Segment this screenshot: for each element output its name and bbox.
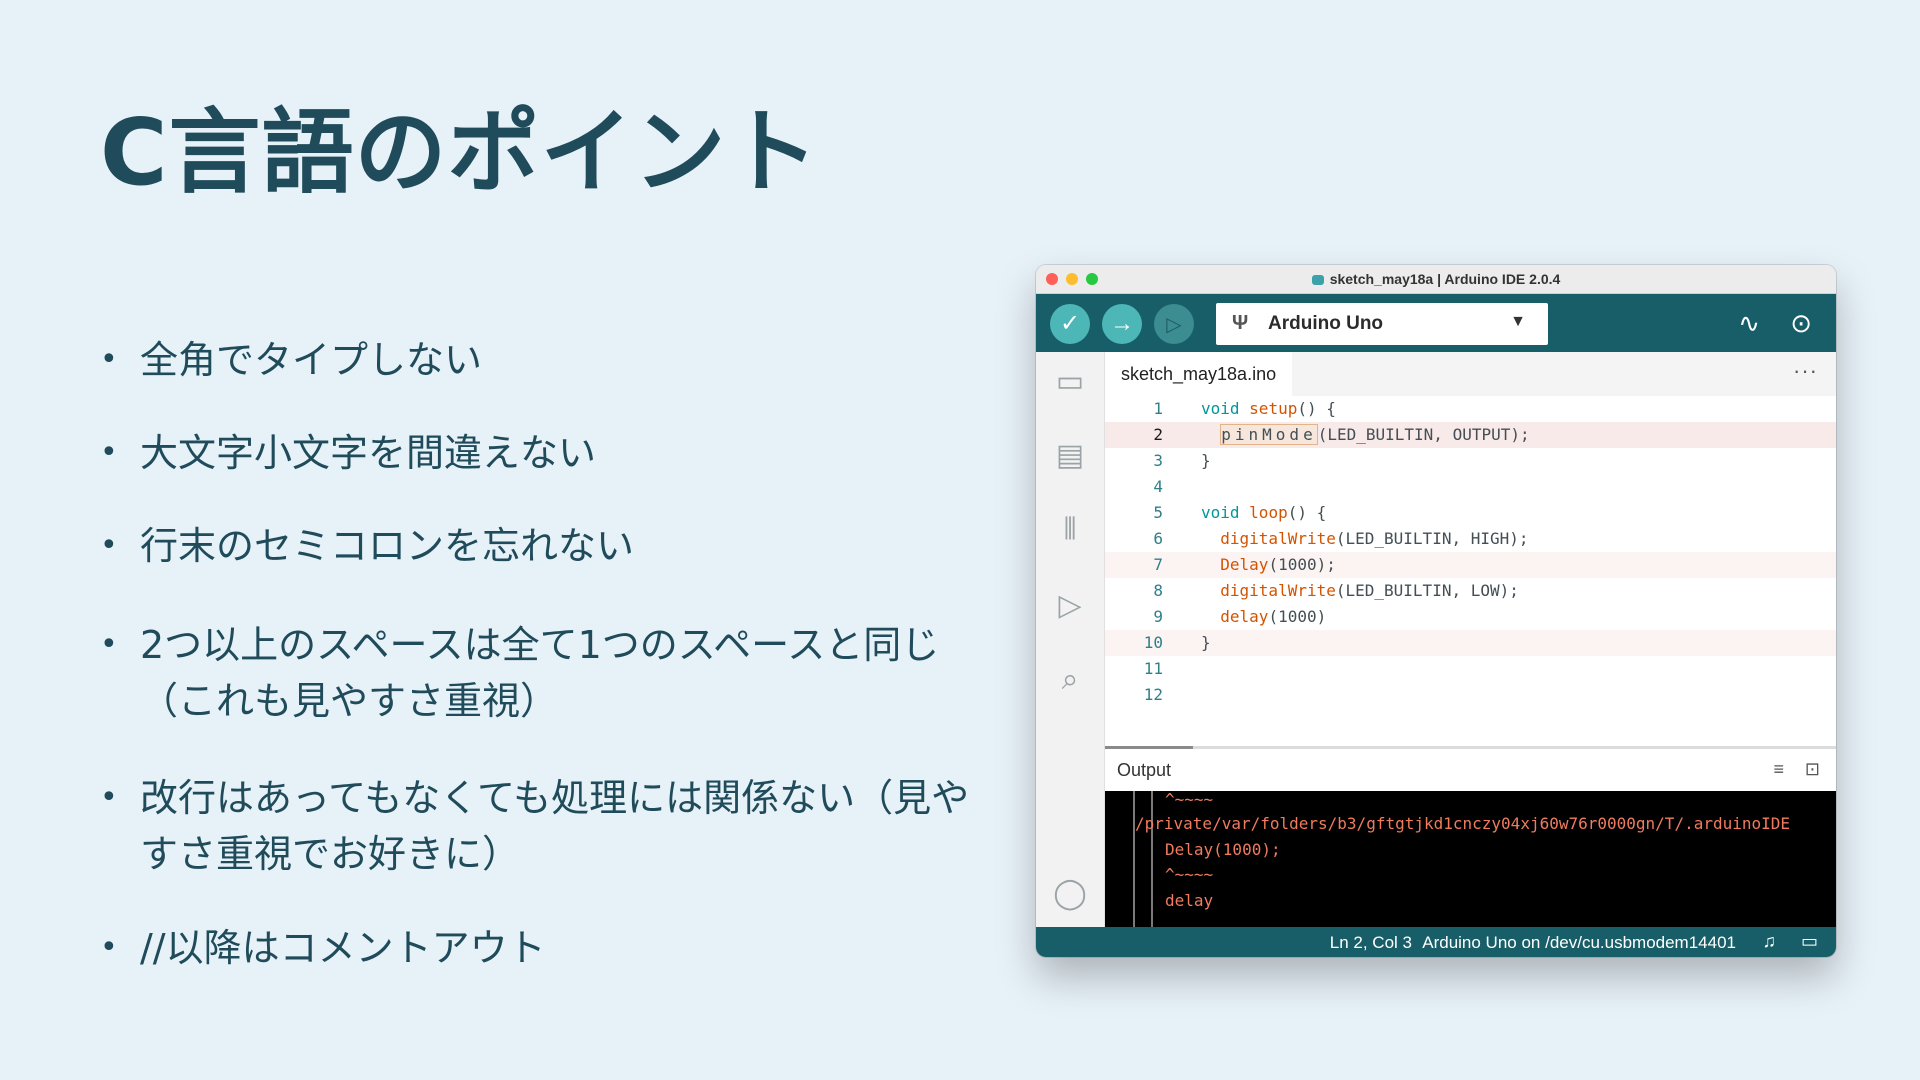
code-line: 6 digitalWrite(LED_BUILTIN, HIGH); <box>1105 526 1836 552</box>
status-bar: Ln 2, Col 3 Arduino Uno on /dev/cu.usbmo… <box>1036 927 1836 957</box>
code-line: 4 <box>1105 474 1836 500</box>
toolbar: ✓ → ▷ Ψ Arduino Uno ▼ ∿ ⊙ <box>1036 294 1836 352</box>
line-number: 5 <box>1153 503 1163 522</box>
bell-icon[interactable]: ♫ <box>1763 931 1777 952</box>
bullet-item: 2つ以上のスペースは全て1つのスペースと同じ（これも見やすさ重視） <box>100 617 1000 729</box>
line-number: 3 <box>1153 451 1163 470</box>
cursor-position[interactable]: Ln 2, Col 3 <box>1330 933 1412 953</box>
arduino-ide-window: sketch_may18a | Arduino IDE 2.0.4 ✓ → ▷ … <box>1036 265 1836 957</box>
arrow-right-icon: → <box>1110 310 1134 337</box>
check-icon: ✓ <box>1059 310 1081 337</box>
line-number: 8 <box>1153 581 1163 600</box>
debug-sidebar-icon[interactable]: ▷ <box>1052 588 1088 624</box>
output-console[interactable]: ^~~~~ /private/var/folders/b3/gftgtjkd1c… <box>1105 791 1836 927</box>
code-editor[interactable]: 1 void setup() { 2 pinMode(LED_BUILTIN, … <box>1105 396 1836 746</box>
bullet-item: 行末のセミコロンを忘れない <box>100 518 1000 574</box>
monitor-icon[interactable]: ⊙ <box>1790 308 1812 339</box>
board-selector[interactable]: Ψ Arduino Uno ▼ <box>1216 303 1548 345</box>
window-title: sketch_may18a | Arduino IDE 2.0.4 <box>1036 271 1836 287</box>
plotter-icon[interactable]: ∿ <box>1738 308 1760 339</box>
verify-button[interactable]: ✓ <box>1050 304 1090 344</box>
code-line: 11 <box>1105 656 1836 682</box>
code-line: 2 pinMode(LED_BUILTIN, OUTPUT); <box>1105 422 1836 448</box>
debug-icon: ▷ <box>1166 314 1182 336</box>
code-line: 9 delay(1000) <box>1105 604 1836 630</box>
code-line: 7 Delay(1000); <box>1105 552 1836 578</box>
board-name: Arduino Uno <box>1268 313 1384 334</box>
slide-title: C言語のポイント <box>100 99 820 206</box>
window-title-text: sketch_may18a | Arduino IDE 2.0.4 <box>1329 271 1561 287</box>
lock-icon[interactable]: ⊡ <box>1805 759 1820 780</box>
chevron-down-icon: ▼ <box>1510 313 1526 330</box>
line-number: 4 <box>1153 477 1163 496</box>
bullet-item: 改行はあってもなくても処理には関係ない（見やすさ重視でお好きに） <box>100 770 1000 882</box>
code-line: 5 void loop() { <box>1105 500 1836 526</box>
clear-output-icon[interactable]: ≡ <box>1773 759 1784 780</box>
editor-tabbar: sketch_may18a.ino ··· <box>1105 352 1836 396</box>
folder-icon[interactable]: ▭ <box>1052 364 1088 400</box>
boards-manager-icon[interactable]: ▤ <box>1052 438 1088 474</box>
console-line: delay <box>1165 891 1214 910</box>
bullet-item: 全角でタイプしない <box>100 332 1000 388</box>
arduino-app-icon <box>1311 275 1324 285</box>
library-icon[interactable]: ⫴ <box>1052 512 1088 548</box>
panel-toggle-icon[interactable]: ▭ <box>1801 931 1818 952</box>
upload-button[interactable]: → <box>1102 304 1142 344</box>
line-number: 1 <box>1153 399 1163 418</box>
sidebar: ▭ ▤ ⫴ ▷ ⌕ ◯ <box>1036 352 1105 927</box>
console-line: /private/var/folders/b3/gftgtjkd1cnczy04… <box>1135 814 1791 833</box>
line-number: 9 <box>1153 607 1163 626</box>
window-titlebar: sketch_may18a | Arduino IDE 2.0.4 <box>1036 265 1836 294</box>
bullet-item: 大文字小文字を間違えない <box>100 425 1000 481</box>
code-line: 8 digitalWrite(LED_BUILTIN, LOW); <box>1105 578 1836 604</box>
line-number: 12 <box>1143 685 1163 704</box>
line-number: 7 <box>1153 555 1163 574</box>
profile-icon[interactable]: ◯ <box>1052 876 1088 912</box>
code-line: 10 } <box>1105 630 1836 656</box>
output-label: Output <box>1117 760 1172 780</box>
board-port[interactable]: Arduino Uno on /dev/cu.usbmodem14401 <box>1422 933 1736 953</box>
code-line: 12 <box>1105 682 1836 708</box>
output-header: Output ≡ ⊡ <box>1105 749 1836 791</box>
line-number: 11 <box>1143 659 1163 678</box>
line-number: 2 <box>1153 425 1163 444</box>
console-line: ^~~~~ <box>1165 865 1214 884</box>
console-line: Delay(1000); <box>1165 840 1281 859</box>
more-options-icon[interactable]: ··· <box>1793 358 1818 384</box>
tab-sketch[interactable]: sketch_may18a.ino <box>1105 352 1293 396</box>
bullet-item: //以降はコメントアウト <box>100 920 1000 976</box>
search-icon[interactable]: ⌕ <box>1052 662 1088 698</box>
usb-icon: Ψ <box>1232 312 1249 334</box>
line-number: 6 <box>1153 529 1163 548</box>
debug-button[interactable]: ▷ <box>1154 304 1194 344</box>
code-line: 1 void setup() { <box>1105 396 1836 422</box>
console-line: ^~~~~ <box>1165 791 1214 809</box>
line-number: 10 <box>1143 633 1163 652</box>
code-line: 3 } <box>1105 448 1836 474</box>
